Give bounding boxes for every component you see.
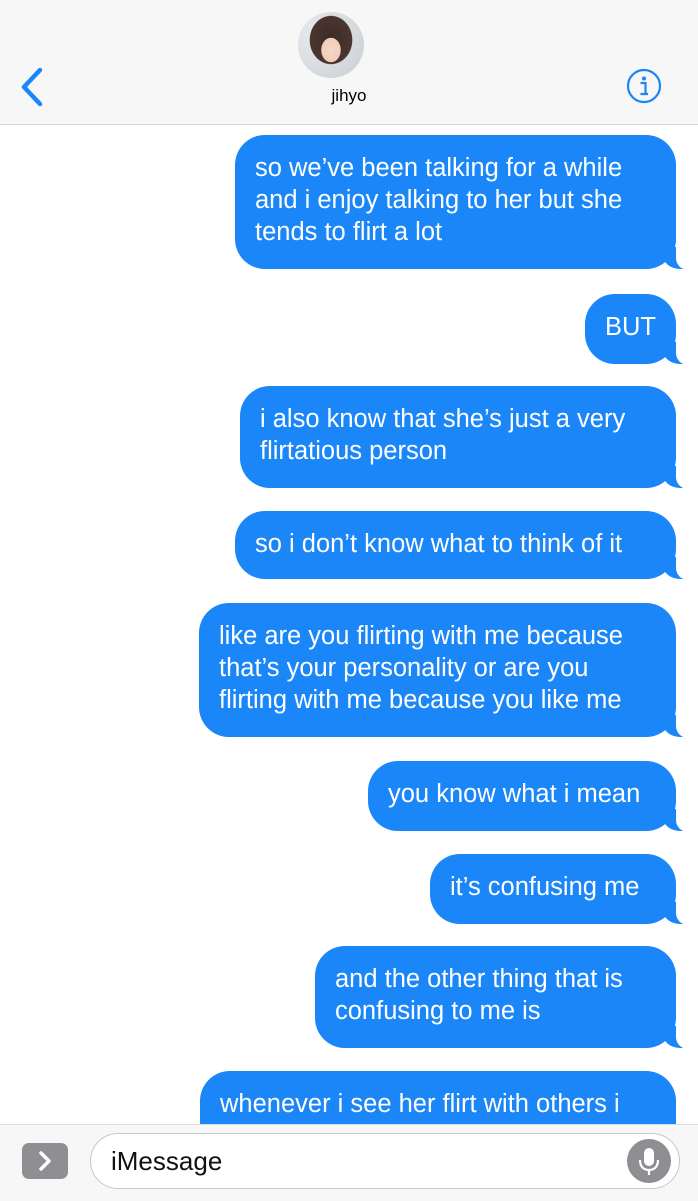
message-bubble[interactable]: so we’ve been talking for a while and i … [235,135,696,270]
microphone-icon [638,1148,660,1175]
message-bubble[interactable]: so i don’t know what to think of it [235,511,696,580]
message-bubble[interactable]: it’s confusing me [430,854,696,925]
message-bubble[interactable]: BUT [585,294,696,365]
message-bubble[interactable]: you know what i mean [368,761,696,832]
input-placeholder: iMessage [111,1146,223,1176]
apps-button[interactable] [22,1143,68,1179]
info-icon [626,68,662,104]
message-thread[interactable]: so we’ve been talking for a while and i … [0,124,698,1124]
info-button[interactable] [626,68,662,104]
message-bubble[interactable]: like are you flirting with me because th… [199,603,696,738]
apps-chevron-icon [39,1151,51,1171]
message-bubble[interactable]: and the other thing that is confusing to… [315,946,696,1049]
microphone-button[interactable] [627,1139,671,1183]
contact-name[interactable]: jihyo [0,86,698,106]
message-input[interactable]: iMessage [90,1133,680,1189]
compose-bar: iMessage [0,1124,698,1201]
avatar[interactable] [298,12,364,78]
message-bubble[interactable]: i also know that she’s just a very flirt… [240,386,696,489]
conversation-header: jihyo [0,0,698,125]
message-bubble[interactable]: whenever i see her flirt with others i [200,1071,676,1124]
